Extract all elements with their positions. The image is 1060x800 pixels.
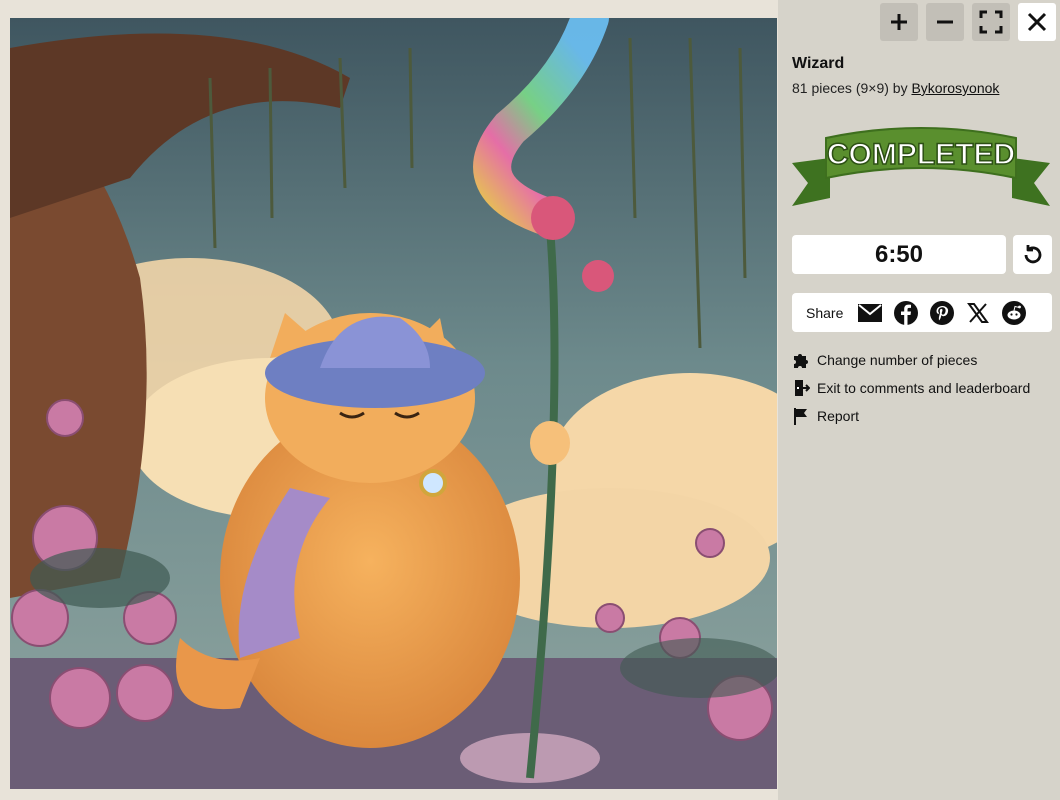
x-icon[interactable]	[965, 300, 991, 326]
puzzle-image[interactable]	[10, 18, 777, 789]
report-link[interactable]: Report	[792, 407, 859, 425]
minus-icon	[937, 20, 953, 24]
sidebar: Wizard 81 pieces (9×9) by Bykorosyonok C…	[778, 0, 1060, 800]
email-icon[interactable]	[857, 300, 883, 326]
pieces-text: 81 pieces (9×9) by	[792, 80, 912, 96]
fullscreen-icon	[979, 10, 1003, 34]
share-bar: Share	[792, 293, 1052, 332]
close-icon	[1027, 12, 1047, 32]
change-pieces-link[interactable]: Change number of pieces	[792, 351, 977, 369]
puzzle-piece-icon	[792, 351, 810, 369]
puzzle-title: Wizard	[792, 55, 845, 72]
reddit-icon[interactable]	[1001, 300, 1027, 326]
share-label: Share	[806, 304, 844, 321]
exit-icon	[792, 379, 810, 397]
exit-label: Exit to comments and leaderboard	[817, 380, 1031, 396]
change-pieces-label: Change number of pieces	[817, 352, 978, 368]
zoom-in-button[interactable]	[880, 3, 918, 41]
facebook-icon[interactable]	[893, 300, 919, 326]
fullscreen-button[interactable]	[972, 3, 1010, 41]
timer-display: 6:50	[792, 235, 1006, 274]
plus-icon	[891, 14, 907, 30]
completed-badge: COMPLETED	[790, 118, 1052, 218]
report-label: Report	[817, 408, 860, 424]
puzzle-area	[0, 0, 778, 800]
exit-link[interactable]: Exit to comments and leaderboard	[792, 379, 1030, 397]
zoom-out-button[interactable]	[926, 3, 964, 41]
flag-icon	[792, 407, 810, 425]
restart-icon	[1024, 244, 1041, 263]
close-button[interactable]	[1018, 3, 1056, 41]
completed-text: COMPLETED	[827, 138, 1015, 171]
puzzle-meta: 81 pieces (9×9) by Bykorosyonok	[792, 80, 999, 96]
author-link[interactable]: Bykorosyonok	[911, 80, 999, 96]
restart-button[interactable]	[1013, 235, 1052, 274]
pinterest-icon[interactable]	[929, 300, 955, 326]
